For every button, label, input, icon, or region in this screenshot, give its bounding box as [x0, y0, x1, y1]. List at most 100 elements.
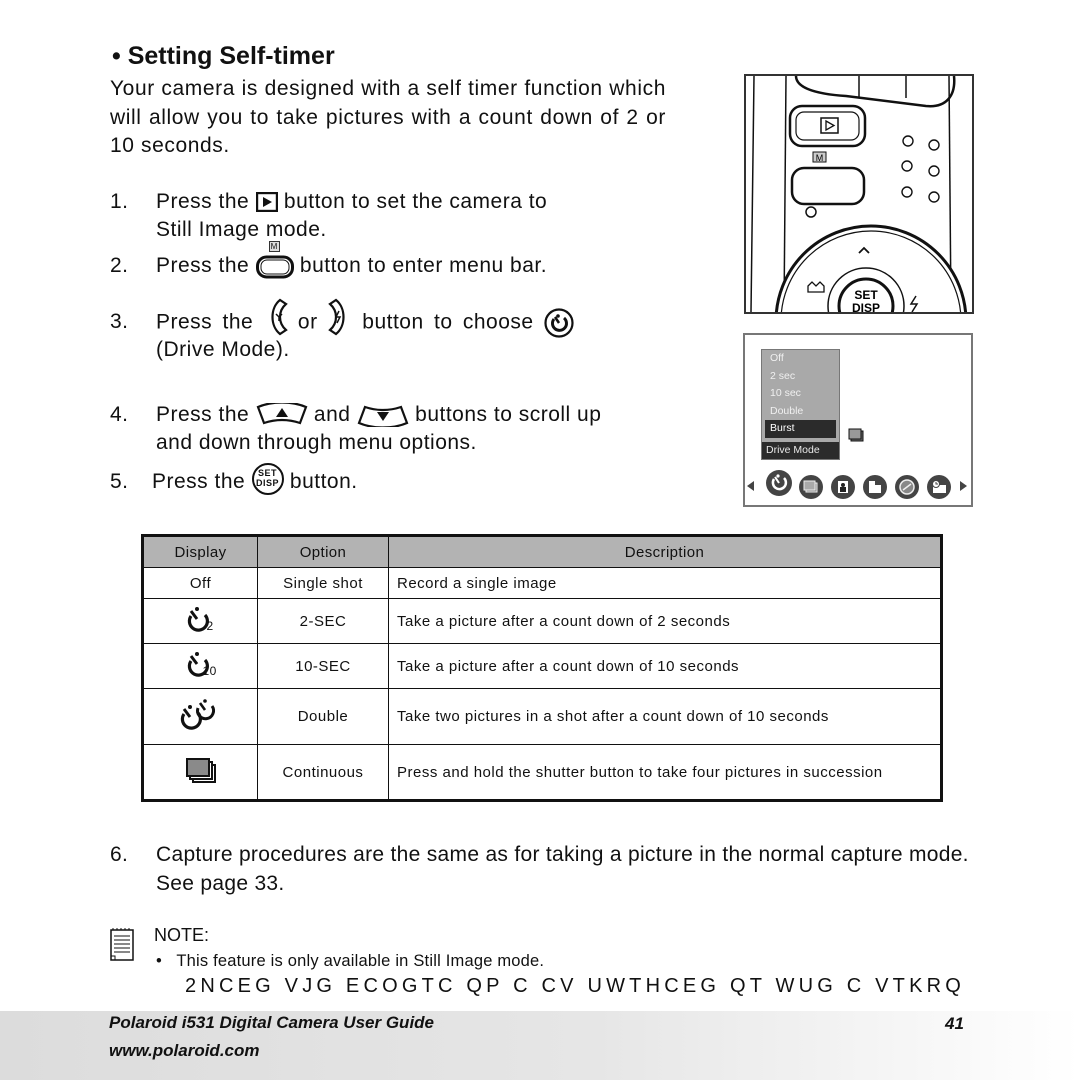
lcd-icon-row — [745, 469, 971, 501]
step-text: button to choose — [362, 310, 534, 334]
step-number: 4. — [110, 403, 129, 426]
website-link[interactable]: www.polaroid.com — [109, 1041, 260, 1061]
camera-back-illustration: M SET DISP — [744, 74, 974, 314]
lcd-drive-mode-menu: Off 2 sec 10 sec Double Burst Drive Mode — [743, 333, 973, 507]
step-text: Press the — [156, 310, 254, 334]
step-5: 5. Press the SET DISP button. — [110, 463, 670, 498]
display-cell — [142, 744, 258, 801]
description-cell: Press and hold the shutter button to tak… — [388, 744, 942, 801]
continuous-icon[interactable] — [799, 475, 823, 499]
option-cell: Continuous — [257, 744, 389, 801]
step-text: Press the — [156, 403, 250, 426]
step-2: 2. Press the M button to enter menu bar. — [110, 241, 670, 282]
step-4: 4. Press the and buttons to scroll up an… — [110, 401, 670, 461]
header-description: Description — [388, 535, 942, 568]
menu-option-burst-selected[interactable]: Burst — [765, 420, 836, 438]
timer-seconds-label: 10 — [202, 664, 217, 678]
display-cell: 2 — [142, 598, 258, 644]
description-cell: Take a picture after a count down of 2 s… — [388, 598, 942, 644]
timer-seconds-label: 2 — [206, 619, 214, 633]
svg-text:DISP: DISP — [852, 301, 880, 312]
down-button-icon — [357, 406, 409, 428]
up-button-icon — [256, 403, 307, 425]
option-cell: Double — [257, 688, 389, 745]
date-stamp-icon[interactable] — [927, 475, 951, 499]
drive-mode-icon — [544, 308, 574, 338]
step-text: buttons to scroll up — [415, 403, 602, 426]
step-text-line2: and down through menu options. — [156, 431, 477, 454]
description-cell: Record a single image — [388, 567, 942, 599]
self-timer-10sec-icon: 10 — [183, 649, 219, 679]
garbled-text-line: 2NCEG VJG ECOGTC QP C CV UWTHCEG QT WUG … — [185, 975, 966, 997]
menu-option-2sec[interactable]: 2 sec — [762, 368, 839, 386]
note-title: NOTE: — [154, 925, 210, 945]
step-3: 3. Press the or button to choose (Drive … — [110, 298, 670, 368]
menu-option-double[interactable]: Double — [762, 403, 839, 421]
description-cell: Take two pictures in a shot after a coun… — [388, 688, 942, 745]
menu-title: Drive Mode — [762, 441, 839, 459]
right-arrow-icon[interactable] — [959, 481, 967, 491]
option-cell: 2-SEC — [257, 598, 389, 644]
step-text: button. — [289, 470, 358, 493]
table-row: Off Single shot Record a single image — [142, 567, 942, 599]
step-number: 1. — [110, 190, 129, 213]
continuous-shot-icon — [185, 758, 216, 783]
table-row: Double Take two pictures in a shot after… — [142, 688, 942, 745]
drive-mode-options-table: Display Option Description Off Single sh… — [141, 534, 943, 802]
intro-paragraph: Your camera is designed with a self time… — [110, 77, 666, 157]
bullet: • — [156, 952, 162, 970]
table-header-row: Display Option Description — [142, 535, 942, 568]
section-heading: • Setting Self-timer — [112, 42, 335, 70]
playback-button-icon — [255, 192, 278, 213]
step-text-line2: Still Image mode. — [156, 218, 327, 241]
image-size-icon[interactable] — [863, 475, 887, 499]
self-timer-double-icon — [180, 698, 215, 730]
guide-title: Polaroid i531 Digital Camera User Guide — [109, 1013, 435, 1032]
display-cell: Off — [142, 567, 258, 599]
flash-right-button-icon — [328, 298, 345, 336]
step-text: Capture procedures are the same as for t… — [156, 843, 969, 895]
description-cell: Take a picture after a count down of 10 … — [388, 643, 942, 689]
menu-option-10sec[interactable]: 10 sec — [762, 385, 839, 403]
page-number: 41 — [945, 1014, 964, 1033]
step-text: button to enter menu bar. — [299, 254, 548, 277]
note-item: • This feature is only available in Stil… — [156, 952, 544, 971]
continuous-preview-icon — [848, 428, 864, 442]
display-cell — [142, 688, 258, 745]
step-number: 2. — [110, 254, 129, 277]
option-cell: 10-SEC — [257, 643, 389, 689]
note-text: This feature is only available in Still … — [176, 952, 545, 970]
drive-mode-icon[interactable] — [765, 469, 793, 497]
set-label: SET — [258, 468, 278, 479]
menu-button-icon: M — [255, 241, 294, 279]
step-text: or — [297, 310, 318, 334]
menu-label: M — [268, 241, 280, 253]
step-text: Press the — [156, 190, 250, 213]
header-display: Display — [142, 535, 258, 568]
page-footer: Polaroid i531 Digital Camera User Guide … — [0, 1011, 1080, 1080]
step-text: button to set the camera to — [283, 190, 548, 213]
drive-mode-dropdown: Off 2 sec 10 sec Double Burst Drive Mode — [761, 349, 840, 460]
table-row: 2 2-SEC Take a picture after a count dow… — [142, 598, 942, 644]
table-row: 10 10-SEC Take a picture after a count d… — [142, 643, 942, 689]
disp-label: DISP — [256, 478, 280, 489]
option-cell: Single shot — [257, 567, 389, 599]
left-arrow-icon[interactable] — [747, 481, 755, 491]
display-cell: 10 — [142, 643, 258, 689]
step-text-line2: (Drive Mode). — [156, 338, 290, 361]
svg-text:SET: SET — [854, 288, 878, 302]
quality-icon[interactable] — [895, 475, 919, 499]
set-disp-button-icon: SET DISP — [251, 463, 284, 496]
step-number: 3. — [110, 310, 129, 333]
note-icon — [110, 928, 134, 961]
portrait-icon[interactable] — [831, 475, 855, 499]
step-number: 6. — [110, 843, 129, 866]
table-row: Continuous Press and hold the shutter bu… — [142, 744, 942, 801]
step-text: Press the — [156, 254, 250, 277]
step-text: and — [313, 403, 351, 426]
menu-option-off[interactable]: Off — [762, 350, 839, 368]
menu-label: M — [816, 153, 824, 163]
step-text: Press the — [152, 470, 246, 493]
step-1: 1. Press the button to set the camera to… — [110, 188, 670, 248]
step-number: 5. — [110, 470, 129, 493]
